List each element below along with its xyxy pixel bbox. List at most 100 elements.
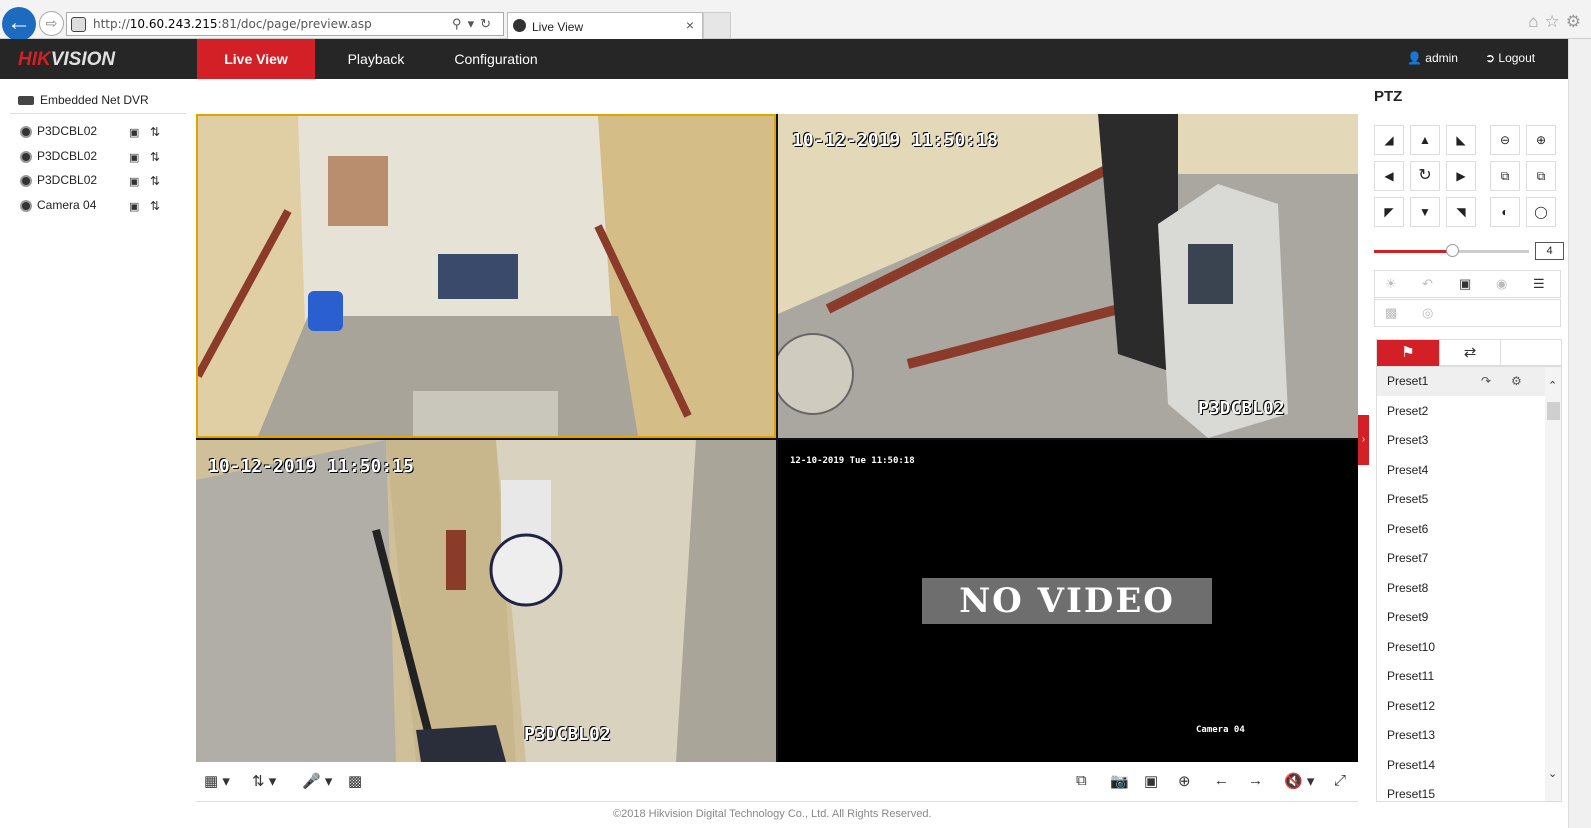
record-icon[interactable]: ▣ (129, 200, 139, 213)
slider-knob[interactable] (1445, 244, 1459, 257)
back-button[interactable]: ← (2, 7, 36, 41)
ptz-up-button[interactable]: ▲ (1410, 125, 1440, 155)
call-preset-icon[interactable]: ↷ (1481, 367, 1491, 396)
ptz-left-button[interactable]: ◀ (1374, 161, 1404, 191)
forward-button[interactable]: ⇨ (39, 11, 64, 36)
focus-near-icon[interactable]: ⧉ (1490, 161, 1520, 191)
tab-playback[interactable]: Playback (330, 39, 422, 79)
ptz-down-right-button[interactable]: ◥ (1446, 197, 1476, 227)
ptz-up-left-button[interactable]: ◢ (1374, 125, 1404, 155)
zoom-out-icon[interactable]: ⊖ (1490, 125, 1520, 155)
ptz-right-button[interactable]: ▶ (1446, 161, 1476, 191)
3d-zoom-icon[interactable]: ◎ (1422, 305, 1433, 321)
preset-item[interactable]: Preset12 (1377, 692, 1545, 721)
browser-tab[interactable]: Live View × (507, 12, 703, 39)
audio-mute-icon[interactable]: 🔇 ▾ (1284, 772, 1314, 790)
lens-init-icon[interactable]: ◉ (1496, 276, 1507, 292)
light-icon[interactable]: ☀ (1385, 276, 1397, 292)
video-tile-4[interactable]: 12-10-2019 Tue 11:50:18 NO VIDEO Camera … (778, 440, 1358, 762)
video-tile-1[interactable] (196, 114, 776, 438)
multi-window-icon[interactable]: ⧉ (1076, 772, 1087, 789)
scroll-down-icon[interactable]: ⌄ (1548, 767, 1557, 780)
focus-far-icon[interactable]: ⧉ (1526, 161, 1556, 191)
ptz-mode-icon[interactable]: ⇅ ▾ (252, 772, 276, 790)
preset-settings-icon[interactable]: ⚙ (1511, 367, 1522, 396)
zoom-icon[interactable]: ⊕ (1178, 772, 1191, 790)
preset-label: Preset10 (1387, 639, 1436, 654)
refresh-icon[interactable]: ↻ (480, 16, 497, 31)
window-layout-icon[interactable]: ▦ ▾ (204, 772, 230, 790)
user-menu[interactable]: 👤 admin (1407, 51, 1458, 65)
browser-toolbar-icons: ⌂☆⚙ (1528, 12, 1587, 32)
home-icon[interactable]: ⌂ (1528, 12, 1544, 31)
preset-item[interactable]: Preset1 ↷ ⚙ (1377, 367, 1545, 396)
auxiliary-focus-icon[interactable]: ▣ (1459, 276, 1471, 292)
tab-close-icon[interactable]: × (686, 17, 694, 33)
iris-close-icon[interactable]: ◐ (1490, 197, 1520, 227)
dropdown-icon[interactable]: ▾ (468, 16, 481, 31)
iris-open-icon[interactable]: ◯ (1526, 197, 1556, 227)
ptz-tabs: ⚑ ⇄ (1376, 339, 1562, 367)
page-scrollbar[interactable] (1568, 39, 1591, 828)
camera-item[interactable]: P3DCBL02 ▣ ⇅ (20, 172, 180, 194)
preset-item[interactable]: Preset2 (1377, 397, 1545, 426)
record-icon[interactable]: ▣ (129, 126, 139, 139)
preset-item[interactable]: Preset7 (1377, 544, 1545, 573)
ptz-down-button[interactable]: ▼ (1410, 197, 1440, 227)
video-tile-2[interactable]: 10-12-2019 11:50:18 P3DCBL02 (778, 114, 1358, 438)
tab-live-view[interactable]: Live View (197, 39, 315, 79)
preset-item[interactable]: Preset9 (1377, 603, 1545, 632)
stream-icon[interactable]: ▩ (348, 772, 362, 790)
preset-item[interactable]: Preset10 (1377, 633, 1545, 662)
preset-item[interactable]: Preset15 (1377, 780, 1545, 801)
microphone-icon[interactable]: 🎤 ▾ (302, 772, 332, 790)
preset-item[interactable]: Preset14 (1377, 751, 1545, 780)
wiper-icon[interactable]: ↶ (1422, 276, 1433, 292)
preset-scrollbar[interactable]: ⌃ ⌄ (1545, 367, 1561, 801)
ptz-down-left-button[interactable]: ◤ (1374, 197, 1404, 227)
star-icon[interactable]: ☆ (1545, 12, 1566, 31)
ptz-control-icon[interactable]: ⇅ (150, 125, 160, 139)
preset-item[interactable]: Preset11 (1377, 662, 1545, 691)
ptz-control-icon[interactable]: ⇅ (150, 199, 160, 213)
gear-icon[interactable]: ⚙ (1566, 12, 1587, 31)
zoom-in-icon[interactable]: ⊕ (1526, 125, 1556, 155)
preset-item[interactable]: Preset4 (1377, 456, 1545, 485)
scroll-up-icon[interactable]: ⌃ (1548, 379, 1557, 392)
ptz-speed-slider[interactable] (1374, 244, 1529, 257)
fullscreen-icon[interactable]: ⤢ (1334, 772, 1346, 789)
preset-item[interactable]: Preset5 (1377, 485, 1545, 514)
scroll-thumb[interactable] (1547, 402, 1560, 420)
address-bar[interactable]: http://10.60.243.215:81/doc/page/preview… (66, 12, 504, 36)
tab-configuration[interactable]: Configuration (440, 39, 552, 79)
ptz-auto-scan-button[interactable]: ↻ (1410, 161, 1440, 191)
record-icon[interactable]: ▣ (129, 175, 139, 188)
panel-collapse-handle[interactable]: › (1358, 415, 1369, 465)
device-tree-root[interactable]: Embedded Net DVR (18, 93, 149, 107)
tab-presets-flag-icon[interactable]: ⚑ (1377, 340, 1439, 367)
preset-item[interactable]: Preset6 (1377, 515, 1545, 544)
preset-item[interactable]: Preset13 (1377, 721, 1545, 750)
ptz-speed-value[interactable]: 4 (1535, 242, 1564, 260)
tab-patrol-icon[interactable]: ⇄ (1439, 340, 1501, 367)
search-icon[interactable]: ⚲ (452, 16, 468, 31)
ptz-up-right-button[interactable]: ◣ (1446, 125, 1476, 155)
camera-item[interactable]: P3DCBL02 ▣ ⇅ (20, 123, 180, 145)
camera-item[interactable]: Camera 04 ▣ ⇅ (20, 197, 180, 219)
snapshot-icon[interactable]: 📷 (1110, 772, 1129, 790)
ptz-control-icon[interactable]: ⇅ (150, 174, 160, 188)
prev-page-icon[interactable]: ← (1214, 772, 1229, 789)
ptz-control-icon[interactable]: ⇅ (150, 150, 160, 164)
logout-button[interactable]: ➲ Logout (1485, 51, 1535, 65)
menu-icon[interactable]: ☰ (1533, 276, 1545, 292)
preset-item[interactable]: Preset3 (1377, 426, 1545, 455)
preset-item[interactable]: Preset8 (1377, 574, 1545, 603)
next-page-icon[interactable]: → (1248, 772, 1263, 789)
video-tile-3[interactable]: 10-12-2019 11:50:15 P3DCBL02 (196, 440, 776, 762)
camera-item[interactable]: P3DCBL02 ▣ ⇅ (20, 148, 180, 170)
address-tools[interactable]: ⚲▾↻ (452, 16, 497, 32)
record-clip-icon[interactable]: ▣ (1144, 772, 1158, 790)
record-icon[interactable]: ▣ (129, 151, 139, 164)
new-tab-button[interactable] (703, 12, 731, 39)
manual-track-icon[interactable]: ▩ (1385, 305, 1397, 321)
